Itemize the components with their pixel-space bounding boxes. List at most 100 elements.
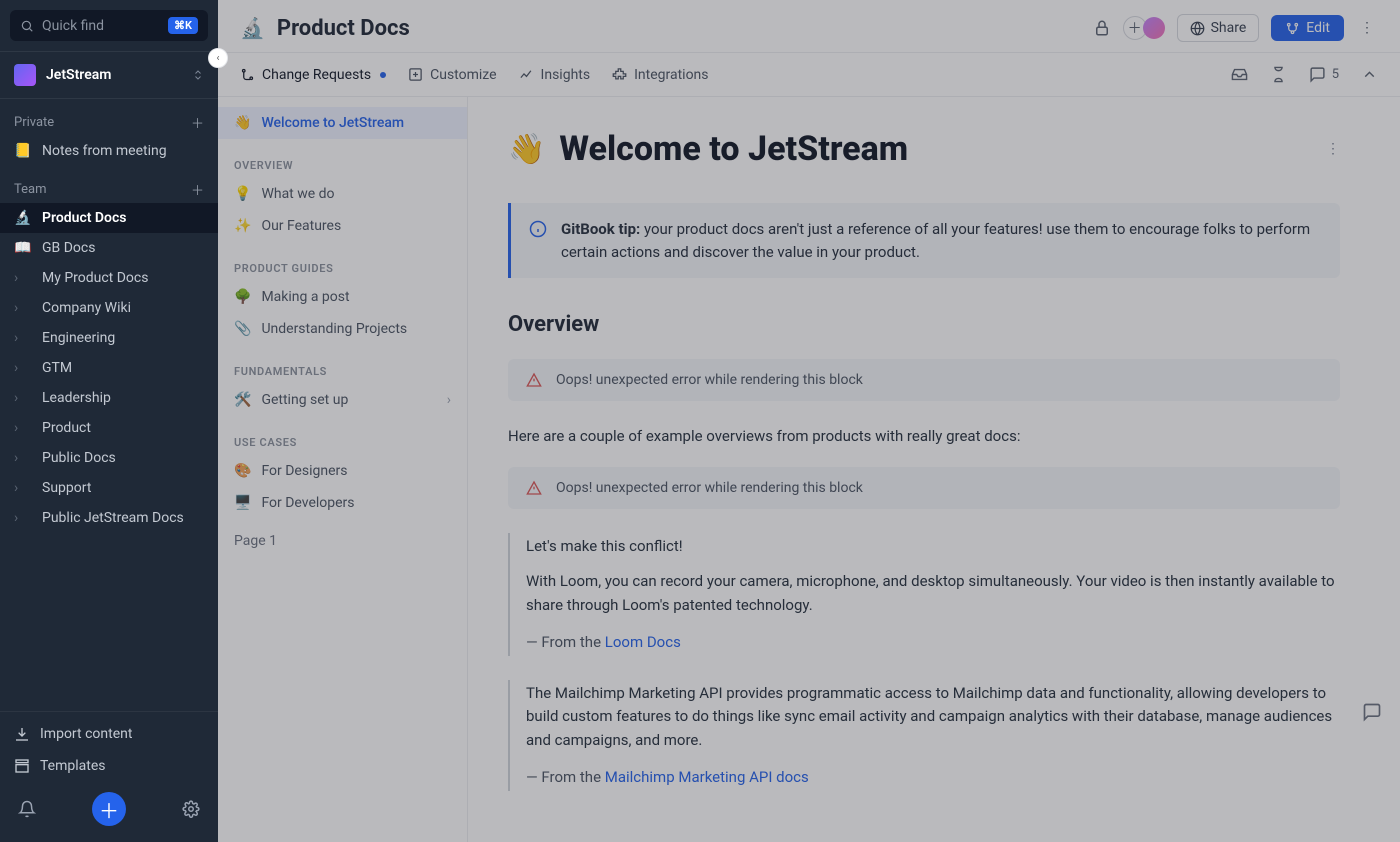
chevron-right-icon: › xyxy=(14,510,32,526)
paperclip-icon: 📎 xyxy=(234,321,251,337)
sidebar-collapse-handle[interactable]: ‹ xyxy=(208,48,228,68)
globe-icon xyxy=(1190,21,1205,36)
quote-mailchimp[interactable]: The Mailchimp Marketing API provides pro… xyxy=(508,680,1340,791)
sliders-icon xyxy=(408,67,423,82)
tab-customize[interactable]: Customize xyxy=(408,67,496,83)
private-section-header: Private ＋ xyxy=(0,99,218,136)
tree-item-features[interactable]: ✨Our Features xyxy=(218,210,467,242)
collapse-panel-button[interactable] xyxy=(1361,66,1378,83)
tree-item-understanding[interactable]: 📎Understanding Projects xyxy=(218,313,467,345)
sidebar-item-product[interactable]: ›Product xyxy=(0,413,218,443)
chevron-right-icon: › xyxy=(447,392,451,408)
tree-item-designers[interactable]: 🎨For Designers xyxy=(218,455,467,487)
heading-overview[interactable]: Overview xyxy=(508,312,1340,337)
tab-integrations[interactable]: Integrations xyxy=(612,67,708,83)
history-button[interactable] xyxy=(1270,66,1287,83)
sidebar-item-gb-docs[interactable]: 📖 GB Docs xyxy=(0,233,218,263)
document-body: 👋 Welcome to JetStream ⋮ GitBook tip: yo… xyxy=(468,97,1400,842)
tree-group-overview: OVERVIEW xyxy=(218,139,467,178)
notifications-button[interactable] xyxy=(18,800,36,818)
chevron-right-icon: › xyxy=(14,300,32,316)
tree-item-developers[interactable]: 🖥️For Developers xyxy=(218,487,467,519)
chevron-right-icon: › xyxy=(14,330,32,346)
page-emoji[interactable]: 👋 xyxy=(508,132,545,167)
page-more-button[interactable]: ⋮ xyxy=(1326,141,1340,157)
sidebar-item-product-docs[interactable]: 🔬 Product Docs xyxy=(0,203,218,233)
lock-button[interactable] xyxy=(1093,19,1111,37)
tree-item-making-post[interactable]: 🌳Making a post xyxy=(218,281,467,313)
comments-button[interactable]: 5 xyxy=(1309,66,1339,83)
tree-group-fundamentals: FUNDAMENTALS xyxy=(218,345,467,384)
add-comment-button[interactable] xyxy=(1362,702,1382,722)
topbar: 🔬 Product Docs ＋ Share Edit ⋮ xyxy=(218,0,1400,53)
edit-button[interactable]: Edit xyxy=(1271,15,1344,41)
chevron-right-icon: › xyxy=(14,420,32,436)
add-private-button[interactable]: ＋ xyxy=(191,113,204,132)
tree-item-getting-setup[interactable]: 🛠️Getting set up› xyxy=(218,384,467,416)
tab-insights[interactable]: Insights xyxy=(519,67,591,83)
quick-find-input[interactable]: Quick find ⌘K xyxy=(10,10,208,41)
warning-icon xyxy=(526,372,542,388)
chevron-right-icon: › xyxy=(14,390,32,406)
sidebar-item-my-product-docs[interactable]: ›My Product Docs xyxy=(0,263,218,293)
sidebar-item-notes[interactable]: 📒 Notes from meeting xyxy=(0,136,218,166)
tab-change-requests[interactable]: Change Requests xyxy=(240,67,386,83)
gear-icon xyxy=(182,800,200,818)
new-content-fab[interactable]: ＋ xyxy=(92,792,126,826)
chevron-right-icon: › xyxy=(14,360,32,376)
book-icon: 📖 xyxy=(14,240,32,256)
quote-loom[interactable]: Let's make this conflict! With Loom, you… xyxy=(508,533,1340,656)
lock-icon xyxy=(1093,19,1111,37)
add-team-button[interactable]: ＋ xyxy=(191,180,204,199)
space-emoji: 🔬 xyxy=(240,16,265,40)
add-member-button[interactable]: ＋ xyxy=(1123,16,1165,40)
callout-text: GitBook tip: your product docs aren't ju… xyxy=(561,218,1322,263)
inbox-icon xyxy=(1231,66,1248,83)
workspace-logo xyxy=(14,64,36,86)
branch-icon xyxy=(240,67,255,82)
sidebar-item-public-docs[interactable]: ›Public Docs xyxy=(0,443,218,473)
callout-block[interactable]: GitBook tip: your product docs aren't ju… xyxy=(508,203,1340,278)
space-title: Product Docs xyxy=(277,16,410,41)
info-icon xyxy=(529,220,547,263)
sidebar-item-leadership[interactable]: ›Leadership xyxy=(0,383,218,413)
sidebar-item-support[interactable]: ›Support xyxy=(0,473,218,503)
bulb-icon: 💡 xyxy=(234,186,251,202)
bell-icon xyxy=(18,800,36,818)
hourglass-icon xyxy=(1270,66,1287,83)
page-tree: 👋Welcome to JetStream OVERVIEW 💡What we … xyxy=(218,97,468,842)
sidebar-item-engineering[interactable]: ›Engineering xyxy=(0,323,218,353)
link-loom-docs[interactable]: Loom Docs xyxy=(605,633,681,651)
updown-icon xyxy=(192,68,204,82)
quick-find-placeholder: Quick find xyxy=(42,18,104,34)
search-icon xyxy=(20,19,34,33)
left-sidebar: Quick find ⌘K JetStream Private ＋ 📒 Note… xyxy=(0,0,218,842)
sidebar-item-gtm[interactable]: ›GTM xyxy=(0,353,218,383)
sidebar-item-public-jetstream[interactable]: ›Public JetStream Docs xyxy=(0,503,218,533)
tree-group-usecases: USE CASES xyxy=(218,416,467,455)
quick-find-shortcut: ⌘K xyxy=(168,17,198,34)
error-block: Oops! unexpected error while rendering t… xyxy=(508,359,1340,401)
tree-item-what-we-do[interactable]: 💡What we do xyxy=(218,178,467,210)
notes-icon: 📒 xyxy=(14,143,32,159)
warning-icon xyxy=(526,480,542,496)
puzzle-icon xyxy=(612,67,627,82)
chevron-right-icon: › xyxy=(14,270,32,286)
sidebar-item-company-wiki[interactable]: ›Company Wiki xyxy=(0,293,218,323)
templates-icon xyxy=(14,758,30,774)
microscope-icon: 🔬 xyxy=(14,210,32,226)
workspace-switcher[interactable]: JetStream xyxy=(0,51,218,99)
inbox-button[interactable] xyxy=(1231,66,1248,83)
sparkles-icon: ✨ xyxy=(234,218,251,234)
tree-item-welcome[interactable]: 👋Welcome to JetStream xyxy=(218,107,467,139)
link-mailchimp-docs[interactable]: Mailchimp Marketing API docs xyxy=(605,768,809,786)
import-content-button[interactable]: Import content xyxy=(0,718,218,750)
intro-paragraph[interactable]: Here are a couple of example overviews f… xyxy=(508,427,1340,445)
more-menu-button[interactable]: ⋮ xyxy=(1356,20,1378,36)
page-title[interactable]: Welcome to JetStream xyxy=(559,129,908,169)
chevron-up-icon xyxy=(1361,66,1378,83)
tree-group-guides: PRODUCT GUIDES xyxy=(218,242,467,281)
templates-button[interactable]: Templates xyxy=(0,750,218,782)
share-button[interactable]: Share xyxy=(1177,14,1260,42)
settings-button[interactable] xyxy=(182,800,200,818)
